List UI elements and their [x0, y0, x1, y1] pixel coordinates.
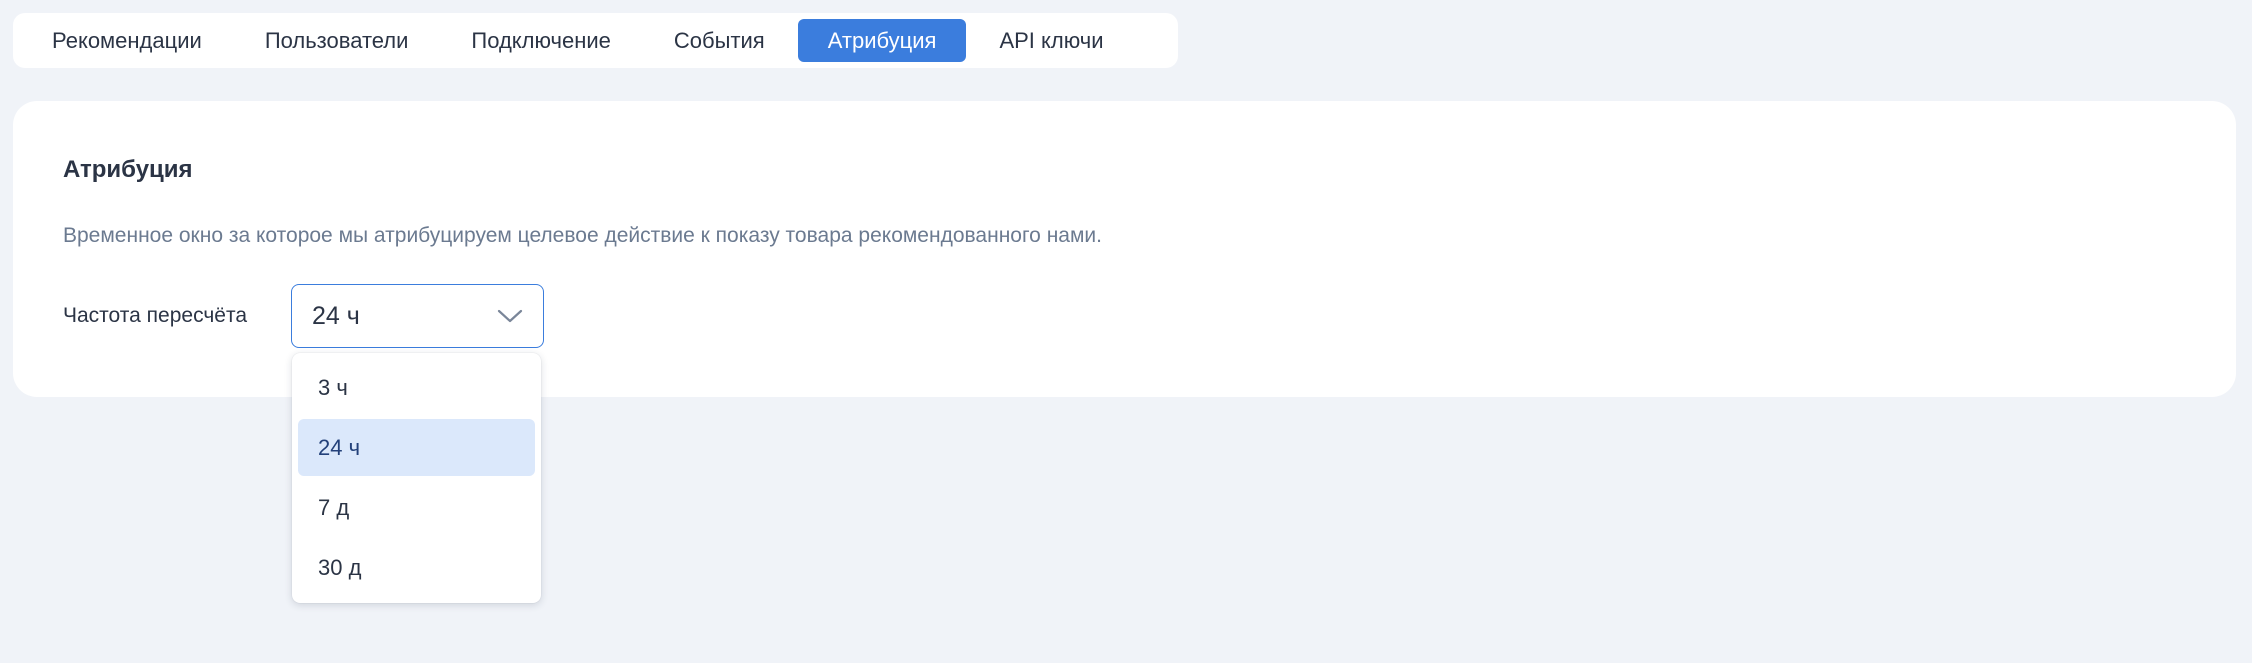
- tab-connection[interactable]: Подключение: [441, 19, 641, 62]
- select-value: 24 ч: [312, 301, 360, 330]
- recalc-frequency-label: Частота пересчёта: [63, 304, 248, 327]
- tab-users[interactable]: Пользователи: [235, 19, 439, 62]
- tab-attribution[interactable]: Атрибуция: [797, 19, 967, 62]
- card-title: Атрибуция: [63, 156, 193, 183]
- card-description: Временное окно за которое мы атрибуцируе…: [63, 224, 1102, 247]
- option-24h[interactable]: 24 ч: [298, 419, 535, 476]
- option-30d[interactable]: 30 д: [298, 539, 535, 596]
- option-7d[interactable]: 7 д: [298, 479, 535, 536]
- option-3h[interactable]: 3 ч: [298, 359, 535, 416]
- tab-recommendations[interactable]: Рекомендации: [22, 19, 232, 62]
- settings-tabs: Рекомендации Пользователи Подключение Со…: [13, 13, 1178, 68]
- tab-api-keys[interactable]: API ключи: [969, 19, 1133, 62]
- recalc-frequency-dropdown: 3 ч 24 ч 7 д 30 д: [292, 353, 541, 603]
- chevron-down-icon: [497, 309, 523, 323]
- recalc-frequency-select[interactable]: 24 ч: [291, 284, 544, 348]
- tab-events[interactable]: События: [644, 19, 795, 62]
